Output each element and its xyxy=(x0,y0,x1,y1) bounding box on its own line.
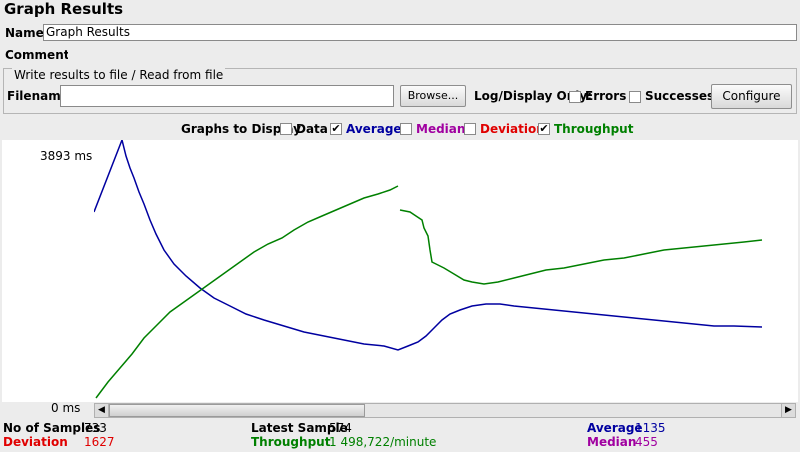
comments-row: Comments: xyxy=(2,45,798,65)
scroll-thumb[interactable] xyxy=(109,404,365,417)
y-min-label: 0 ms xyxy=(51,401,81,415)
throughput-label: Throughput xyxy=(554,122,634,136)
data-checkbox[interactable] xyxy=(280,123,292,135)
no-of-samples-value: 733 xyxy=(84,421,107,435)
scroll-left-arrow-icon[interactable]: ◀ xyxy=(95,404,109,417)
configure-button[interactable]: Configure xyxy=(711,84,792,109)
deviation-stat-value: 1627 xyxy=(84,435,115,449)
successes-label: Successes xyxy=(645,89,715,103)
browse-button[interactable]: Browse... xyxy=(400,85,466,107)
comments-field[interactable] xyxy=(68,46,797,63)
median-stat-value: 455 xyxy=(635,435,658,449)
scroll-right-arrow-icon[interactable]: ▶ xyxy=(781,404,795,417)
average-checkbox[interactable]: ✔ xyxy=(330,123,342,135)
throughput-stat-value: 1 498,722/minute xyxy=(329,435,437,449)
file-group-legend: Write results to file / Read from file xyxy=(12,68,226,82)
filename-input[interactable] xyxy=(60,85,394,107)
name-row: Name: Graph Results xyxy=(2,23,798,43)
errors-checkbox[interactable] xyxy=(569,91,581,103)
median-stat-label: Median xyxy=(587,435,637,449)
throughput-checkbox[interactable]: ✔ xyxy=(538,123,550,135)
errors-label: Errors xyxy=(585,89,627,103)
horizontal-scrollbar[interactable]: ◀ ▶ xyxy=(94,403,796,418)
average-stat-value: 1135 xyxy=(635,421,666,435)
deviation-checkbox[interactable] xyxy=(464,123,476,135)
y-max-label: 3893 ms xyxy=(40,149,93,163)
name-field[interactable]: Graph Results xyxy=(43,24,797,41)
data-label: Data xyxy=(296,122,328,136)
stats-area: No of Samples 733 Latest Sample 574 Aver… xyxy=(0,420,800,452)
graphs-to-display-bar: Graphs to Display Data ✔ Average Median … xyxy=(0,120,800,138)
successes-checkbox[interactable] xyxy=(629,91,641,103)
file-group: Write results to file / Read from file F… xyxy=(3,68,797,114)
throughput-line-drop xyxy=(399,209,763,285)
average-label: Average xyxy=(346,122,402,136)
deviation-stat-label: Deviation xyxy=(3,435,68,449)
throughput-stat-label: Throughput xyxy=(251,435,331,449)
median-checkbox[interactable] xyxy=(400,123,412,135)
average-line xyxy=(94,140,763,351)
graph-canvas xyxy=(94,140,763,399)
latest-sample-value: 574 xyxy=(329,421,352,435)
deviation-label: Deviation xyxy=(480,122,545,136)
median-label: Median xyxy=(416,122,466,136)
throughput-line xyxy=(95,185,399,399)
panel-title: Graph Results xyxy=(4,0,124,18)
